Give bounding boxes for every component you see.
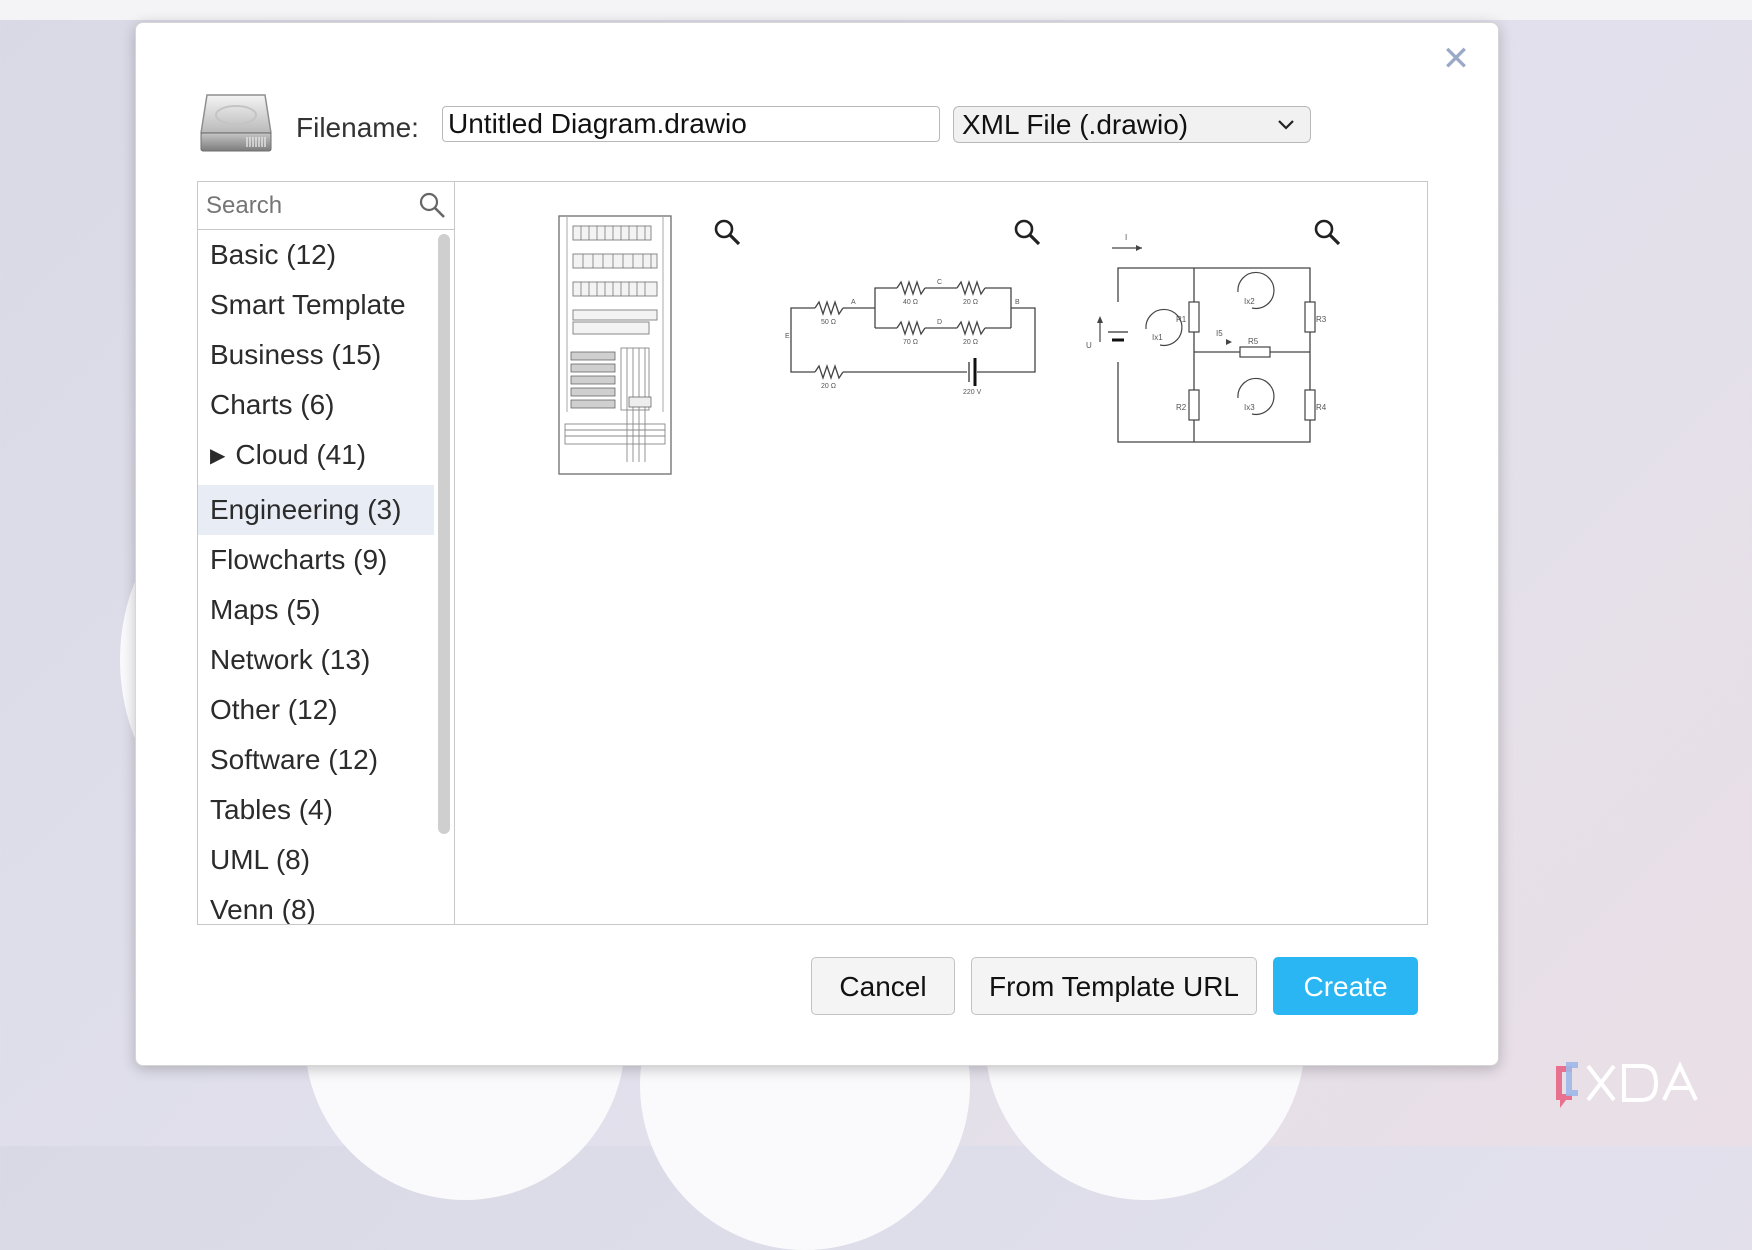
filename-label: Filename: [296, 112, 419, 143]
zoom-preview-icon[interactable] [1013, 218, 1041, 246]
file-format-select[interactable]: XML File (.drawio) [953, 106, 1311, 143]
circuit-label: C [937, 279, 942, 286]
category-engineering[interactable]: Engineering (3) [198, 485, 434, 535]
chevron-down-icon [1278, 120, 1294, 130]
category-label: Business (15) [210, 339, 382, 370]
network-label: R3 [1316, 315, 1327, 324]
category-label: UML (8) [210, 844, 311, 875]
template-mesh-network[interactable]: I R1 R2 R3 R4 R5 I5 U Ix1 Ix2 Ix3 [1080, 212, 1355, 482]
network-label: R1 [1176, 315, 1187, 324]
category-label: Tables (4) [210, 794, 333, 825]
circuit-label: 70 Ω [903, 339, 918, 346]
circuit-label: 20 Ω [963, 339, 978, 346]
template-category-sidebar: Basic (12) Smart Template Business (15) … [197, 181, 455, 925]
expand-arrow-icon[interactable]: ▶ [210, 445, 225, 467]
category-basic[interactable]: Basic (12) [198, 230, 434, 280]
category-label: Maps (5) [210, 594, 321, 625]
category-other[interactable]: Other (12) [198, 685, 434, 735]
category-label: Cloud (41) [235, 439, 367, 470]
category-charts[interactable]: Charts (6) [198, 380, 434, 430]
category-label: Software (12) [210, 744, 379, 775]
xda-logo [1556, 1061, 1698, 1108]
category-flowcharts[interactable]: Flowcharts (9) [198, 535, 434, 585]
circuit-label: D [937, 319, 942, 326]
network-label: R5 [1248, 337, 1259, 346]
category-cloud[interactable]: ▶ Cloud (41) [198, 430, 434, 480]
network-label: Ix2 [1244, 297, 1255, 306]
category-label: Network (13) [210, 644, 371, 675]
network-label: Ix1 [1152, 333, 1163, 342]
network-label: R4 [1316, 403, 1327, 412]
circuit-label: A [851, 299, 856, 306]
category-software[interactable]: Software (12) [198, 735, 434, 785]
zoom-preview-icon[interactable] [713, 218, 741, 246]
cancel-button[interactable]: Cancel [811, 957, 955, 1015]
search-icon[interactable] [418, 191, 446, 219]
category-label: Other (12) [210, 694, 338, 725]
category-label: Charts (6) [210, 389, 335, 420]
new-diagram-dialog: ✕ Filename: XML File (.drawio) [135, 22, 1499, 1066]
category-label: Venn (8) [210, 894, 316, 925]
template-search-input[interactable] [204, 188, 408, 224]
category-business[interactable]: Business (15) [198, 330, 434, 380]
circuit-label: 20 Ω [963, 299, 978, 306]
hard-drive-icon [200, 94, 272, 152]
filename-input[interactable] [442, 106, 940, 142]
network-label: I5 [1216, 329, 1223, 338]
category-label: Engineering (3) [210, 494, 402, 525]
app-top-bar [0, 0, 1752, 20]
category-scrollbar[interactable] [438, 234, 450, 834]
category-label: Basic (12) [210, 239, 337, 270]
create-button[interactable]: Create [1273, 957, 1418, 1015]
category-tables[interactable]: Tables (4) [198, 785, 434, 835]
template-resistor-circuit[interactable]: 50 Ω 40 Ω 20 Ω 70 Ω 20 Ω 20 Ω 220 V A B … [785, 212, 1050, 482]
circuit-label: E [785, 333, 790, 340]
category-smart-template[interactable]: Smart Template [198, 280, 434, 330]
category-uml[interactable]: UML (8) [198, 835, 434, 885]
category-network[interactable]: Network (13) [198, 635, 434, 685]
circuit-label: 40 Ω [903, 299, 918, 306]
circuit-label: 20 Ω [821, 383, 836, 390]
template-search [198, 182, 454, 230]
template-electrical-cabinet[interactable] [555, 212, 675, 482]
network-label: Ix3 [1244, 403, 1255, 412]
category-label: Flowcharts (9) [210, 544, 388, 575]
zoom-preview-icon[interactable] [1313, 218, 1341, 246]
circuit-label: 220 V [963, 389, 982, 396]
file-format-value: XML File (.drawio) [962, 109, 1189, 140]
close-icon[interactable]: ✕ [1436, 39, 1476, 79]
category-label: Smart Template [210, 289, 406, 320]
circuit-label: B [1015, 299, 1020, 306]
category-maps[interactable]: Maps (5) [198, 585, 434, 635]
network-label: U [1086, 341, 1092, 350]
network-label: I [1125, 233, 1127, 242]
from-template-url-button[interactable]: From Template URL [971, 957, 1257, 1015]
circuit-label: 50 Ω [821, 319, 836, 326]
template-preview-area: 50 Ω 40 Ω 20 Ω 70 Ω 20 Ω 20 Ω 220 V A B … [455, 181, 1428, 925]
network-label: R2 [1176, 403, 1187, 412]
category-venn[interactable]: Venn (8) [198, 885, 434, 925]
